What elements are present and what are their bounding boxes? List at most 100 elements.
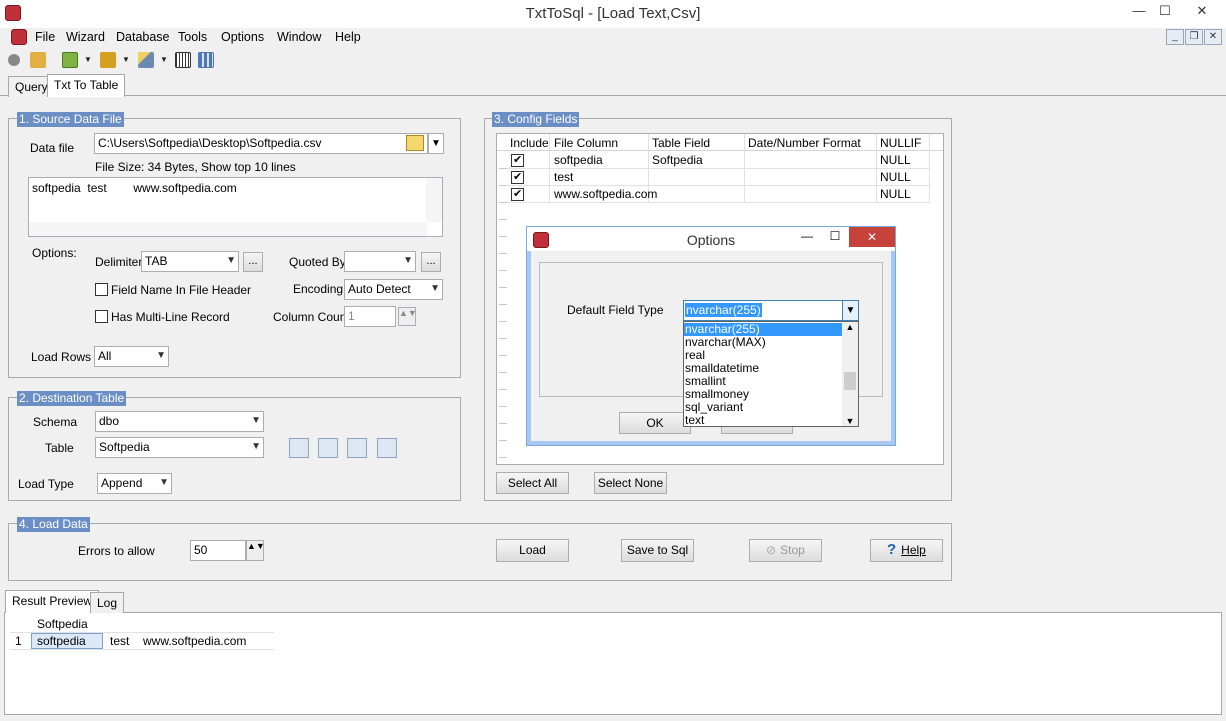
- help-label: Help: [901, 543, 926, 557]
- load-rows-value: All: [98, 349, 112, 363]
- tab-log[interactable]: Log: [90, 592, 125, 613]
- schema-label: Schema: [33, 415, 78, 429]
- mdi-minimize-button[interactable]: _: [1166, 29, 1184, 45]
- table-select[interactable]: Softpedia ▼: [95, 437, 264, 458]
- dialog-minimize-button[interactable]: —: [797, 229, 817, 243]
- field-name-header-checkbox[interactable]: [95, 283, 108, 296]
- columns-icon[interactable]: [198, 52, 214, 68]
- chevron-down-icon[interactable]: ▼: [160, 52, 168, 68]
- close-button[interactable]: ✕: [1180, 0, 1224, 24]
- table-columns-icon[interactable]: [377, 438, 397, 458]
- col-format-header[interactable]: Date/Number Format: [748, 136, 861, 150]
- destination-title: 2. Destination Table: [17, 391, 127, 406]
- result-cell[interactable]: test: [110, 634, 129, 648]
- nullif-cell[interactable]: NULL: [880, 170, 911, 184]
- options-label: Options:: [32, 246, 77, 260]
- quoted-by-select[interactable]: ▼: [344, 251, 416, 272]
- grid-divider: [507, 202, 930, 203]
- mdi-doc-icon[interactable]: [11, 29, 27, 45]
- file-column-cell[interactable]: www.softpedia.com: [554, 187, 657, 201]
- view-table-icon[interactable]: [347, 438, 367, 458]
- col-file-column-header[interactable]: File Column: [554, 136, 618, 150]
- data-file-dropdown[interactable]: ▼: [428, 133, 444, 154]
- chevron-down-icon[interactable]: ▼: [84, 52, 92, 68]
- barcode-icon[interactable]: [175, 52, 191, 68]
- help-button[interactable]: ? Help: [870, 539, 943, 562]
- errors-spin[interactable]: ▲▼: [246, 540, 265, 561]
- wand-icon[interactable]: [138, 52, 154, 68]
- dropdown-scrollbar[interactable]: ▲ ▼: [842, 322, 858, 426]
- encoding-select[interactable]: Auto Detect ▼: [344, 279, 443, 300]
- result-grid[interactable]: Softpedia 1 softpedia test www.softpedia…: [10, 616, 274, 650]
- stop-button[interactable]: ⊘ Stop: [749, 539, 822, 562]
- column-count-input[interactable]: 1: [344, 306, 396, 327]
- select-all-button[interactable]: Select All: [496, 472, 569, 494]
- chevron-down-icon[interactable]: ▼: [842, 301, 858, 320]
- delimiter-more-button[interactable]: ...: [243, 252, 263, 272]
- menu-file[interactable]: File: [35, 30, 55, 44]
- file-column-cell[interactable]: softpedia: [554, 153, 603, 167]
- menu-database[interactable]: Database: [116, 30, 170, 44]
- load-button[interactable]: Load: [496, 539, 569, 562]
- menu-help[interactable]: Help: [335, 30, 361, 44]
- quoted-by-label: Quoted By: [289, 255, 346, 269]
- data-file-label: Data file: [30, 141, 75, 155]
- file-preview[interactable]: softpedia test www.softpedia.com: [28, 177, 443, 237]
- open-folder-icon[interactable]: [406, 135, 424, 151]
- mdi-close-button[interactable]: ✕: [1204, 29, 1222, 45]
- scroll-down-icon[interactable]: ▼: [842, 416, 858, 426]
- refresh-table-icon[interactable]: [318, 438, 338, 458]
- preview-vscrollbar[interactable]: [426, 178, 442, 222]
- table-field-cell[interactable]: Softpedia: [652, 153, 703, 167]
- tab-result-preview[interactable]: Result Preview: [5, 590, 100, 613]
- menu-wizard[interactable]: Wizard: [66, 30, 105, 44]
- quoted-by-more-button[interactable]: ...: [421, 252, 441, 272]
- grid-divider: [507, 185, 930, 186]
- schema-select[interactable]: dbo ▼: [95, 411, 264, 432]
- mdi-restore-button[interactable]: ❐: [1185, 29, 1203, 45]
- result-col-header[interactable]: Softpedia: [37, 617, 88, 631]
- result-cell[interactable]: www.softpedia.com: [143, 634, 246, 648]
- load-rows-select[interactable]: All ▼: [94, 346, 169, 367]
- list-item[interactable]: text: [685, 414, 704, 427]
- scroll-up-icon[interactable]: ▲: [842, 322, 858, 332]
- nullif-cell[interactable]: NULL: [880, 153, 911, 167]
- column-count-spin[interactable]: ▲▼: [398, 307, 417, 326]
- errors-input[interactable]: 50: [190, 540, 246, 561]
- menu-options[interactable]: Options: [221, 30, 264, 44]
- tab-txt-to-table[interactable]: Txt To Table: [47, 74, 126, 97]
- menu-window[interactable]: Window: [277, 30, 321, 44]
- default-field-type-select[interactable]: nvarchar(255) ▼: [683, 300, 859, 321]
- delimiter-select[interactable]: TAB ▼: [141, 251, 239, 272]
- ok-button[interactable]: OK: [619, 412, 691, 434]
- field-type-dropdown-list[interactable]: nvarchar(255) nvarchar(MAX) real smallda…: [683, 321, 859, 427]
- save-to-sql-button[interactable]: Save to Sql: [621, 539, 694, 562]
- add-table-icon[interactable]: [289, 438, 309, 458]
- maximize-button[interactable]: ☐: [1150, 0, 1180, 24]
- col-nullif-header[interactable]: NULLIF: [880, 136, 921, 150]
- data-file-input[interactable]: C:\Users\Softpedia\Desktop\Softpedia.csv: [94, 133, 428, 154]
- delimiter-label: Delimiter: [95, 255, 143, 269]
- load-type-select[interactable]: Append ▼: [97, 473, 172, 494]
- file-column-cell[interactable]: test: [554, 170, 573, 184]
- col-table-field-header[interactable]: Table Field: [652, 136, 710, 150]
- include-checkbox-2[interactable]: [511, 170, 524, 184]
- result-cell[interactable]: softpedia: [37, 634, 86, 648]
- new-query-icon[interactable]: [62, 52, 78, 68]
- include-checkbox-1[interactable]: [511, 153, 524, 167]
- nullif-cell[interactable]: NULL: [880, 187, 911, 201]
- chevron-down-icon[interactable]: ▼: [122, 52, 130, 68]
- select-none-button[interactable]: Select None: [594, 472, 667, 494]
- scroll-thumb[interactable]: [844, 372, 856, 390]
- default-field-type-label: Default Field Type: [567, 303, 664, 317]
- dialog-maximize-button[interactable]: ☐: [825, 229, 845, 243]
- disconnect-icon[interactable]: [30, 52, 46, 68]
- dialog-close-button[interactable]: ✕: [849, 227, 895, 247]
- export-icon[interactable]: [100, 52, 116, 68]
- connect-icon[interactable]: [8, 54, 20, 66]
- include-checkbox-3[interactable]: [511, 187, 524, 201]
- col-include-header[interactable]: Include: [510, 136, 549, 150]
- preview-hscrollbar[interactable]: [29, 222, 427, 236]
- menu-tools[interactable]: Tools: [178, 30, 207, 44]
- multiline-checkbox[interactable]: [95, 310, 108, 323]
